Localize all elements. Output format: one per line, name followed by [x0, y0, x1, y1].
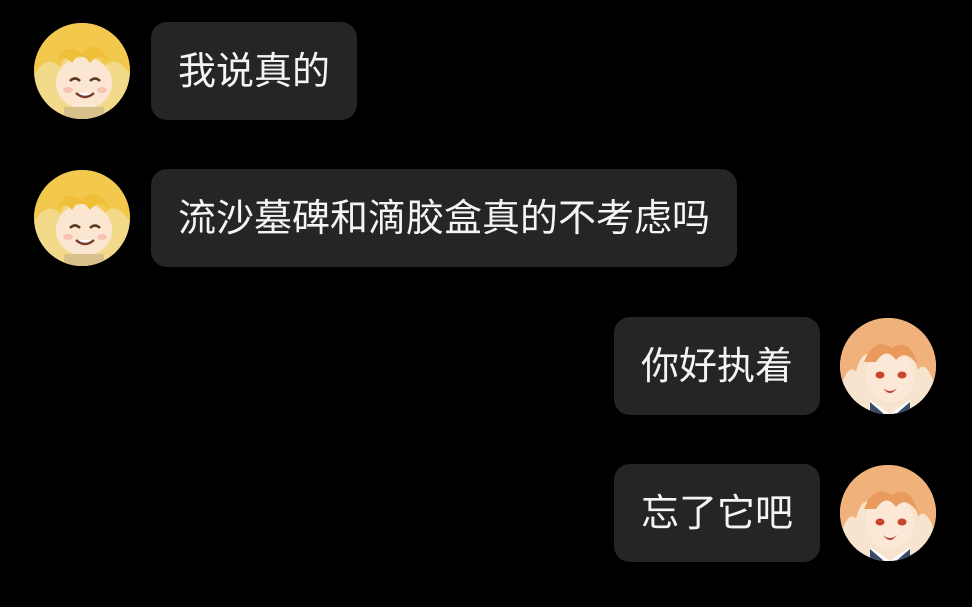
self-avatar[interactable] — [840, 318, 936, 414]
message-row: 忘了它吧 — [0, 464, 972, 562]
self-avatar[interactable] — [840, 465, 936, 561]
contact-avatar[interactable] — [34, 170, 130, 266]
message-row: 我说真的 — [0, 22, 972, 120]
message-bubble[interactable]: 你好执着 — [613, 317, 820, 415]
message-bubble[interactable]: 流沙墓碑和滴胶盒真的不考虑吗 — [151, 169, 738, 267]
message-bubble[interactable]: 我说真的 — [151, 22, 358, 120]
message-bubble[interactable]: 忘了它吧 — [613, 464, 820, 562]
chat-screen: { "theme": { "background": "#000000", "b… — [0, 0, 972, 607]
blonde-chibi-avatar-icon — [34, 23, 130, 119]
contact-avatar[interactable] — [34, 23, 130, 119]
blonde-chibi-avatar-icon — [34, 170, 130, 266]
orange-hair-avatar-icon — [840, 465, 936, 561]
message-row: 流沙墓碑和滴胶盒真的不考虑吗 — [0, 169, 972, 267]
message-row: 你好执着 — [0, 317, 972, 415]
orange-hair-avatar-icon — [840, 318, 936, 414]
